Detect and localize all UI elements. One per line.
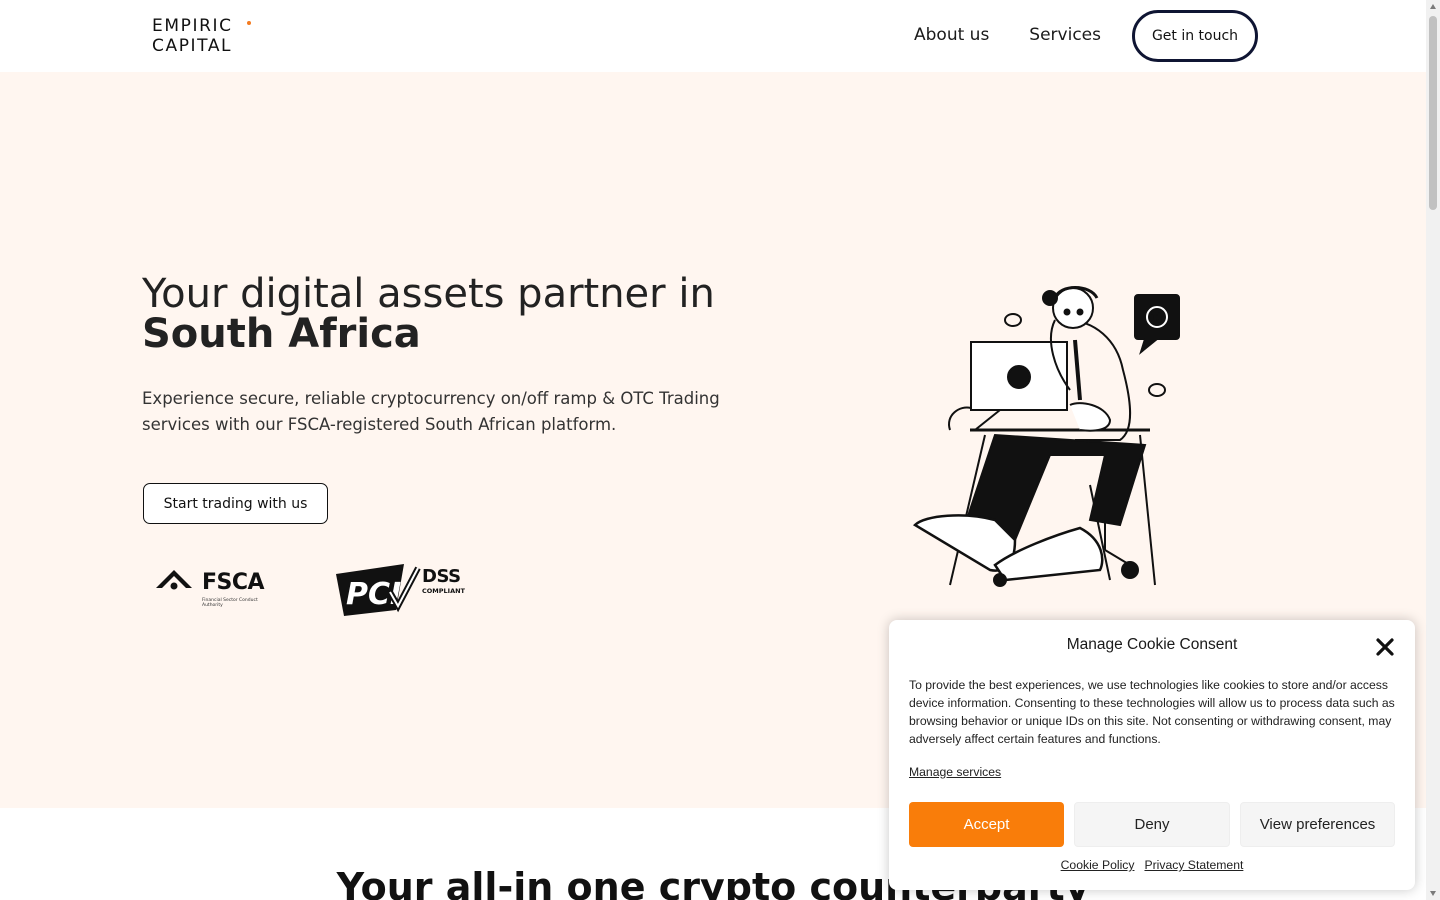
scroll-down-arrow-icon[interactable]: [1430, 891, 1436, 896]
main-nav: About us Services: [914, 24, 1101, 46]
logo-line-1: EMPIRIC: [152, 16, 233, 36]
section-title-pre: Your: [336, 865, 446, 900]
nav-services[interactable]: Services: [1029, 24, 1101, 46]
page-scrollbar[interactable]: [1426, 0, 1440, 900]
close-icon[interactable]: [1375, 637, 1395, 657]
fsca-name: FSCA: [202, 570, 265, 595]
fsca-badge: FSCA Financial Sector Conduct Authority: [154, 566, 274, 612]
hero-title: Your digital assets partner in South Afr…: [142, 274, 742, 354]
cookie-links: Cookie Policy Privacy Statement: [889, 858, 1415, 872]
section-title-bold: all-in one: [445, 865, 646, 900]
scroll-up-arrow-icon[interactable]: [1430, 4, 1436, 9]
svg-text:₿: ₿: [1152, 311, 1162, 326]
cookie-description: To provide the best experiences, we use …: [909, 678, 1395, 746]
get-in-touch-button[interactable]: Get in touch: [1132, 10, 1258, 62]
empiric-capital-logo[interactable]: EMPIRIC CAPITAL: [152, 16, 254, 56]
hero-description: Experience secure, reliable cryptocurren…: [142, 389, 720, 434]
logo-line-2: CAPITAL: [152, 36, 233, 56]
deny-button[interactable]: Deny: [1074, 802, 1230, 847]
manage-services-link[interactable]: Manage services: [909, 765, 1001, 779]
start-trading-button[interactable]: Start trading with us: [143, 483, 328, 524]
pci-dss-text: DSS: [422, 566, 461, 587]
fsca-roof-icon: [156, 570, 192, 590]
view-preferences-button[interactable]: View preferences: [1240, 802, 1395, 847]
hero-title-bold: South Africa: [142, 311, 421, 357]
scrollbar-thumb[interactable]: [1429, 16, 1437, 210]
cookie-title: Manage Cookie Consent: [1066, 636, 1238, 653]
site-header: EMPIRIC CAPITAL About us Services Get in…: [0, 0, 1426, 72]
pci-logo-icon: PCI: [336, 564, 421, 616]
fsca-subtitle: Financial Sector Conduct Authority: [202, 598, 258, 608]
accept-button[interactable]: Accept: [909, 802, 1064, 847]
pci-compliant-text: COMPLIANT: [422, 587, 465, 595]
cookie-consent-dialog: Manage Cookie Consent To provide the bes…: [889, 620, 1415, 890]
nav-about-us[interactable]: About us: [914, 24, 989, 46]
cookie-policy-link[interactable]: Cookie Policy: [1061, 858, 1135, 872]
privacy-statement-link[interactable]: Privacy Statement: [1144, 858, 1243, 872]
pci-dss-badge: PCI DSS COMPLIANT: [334, 562, 474, 618]
trader-illustration: ₿: [912, 286, 1180, 587]
logo-accent-dot: [247, 21, 251, 25]
